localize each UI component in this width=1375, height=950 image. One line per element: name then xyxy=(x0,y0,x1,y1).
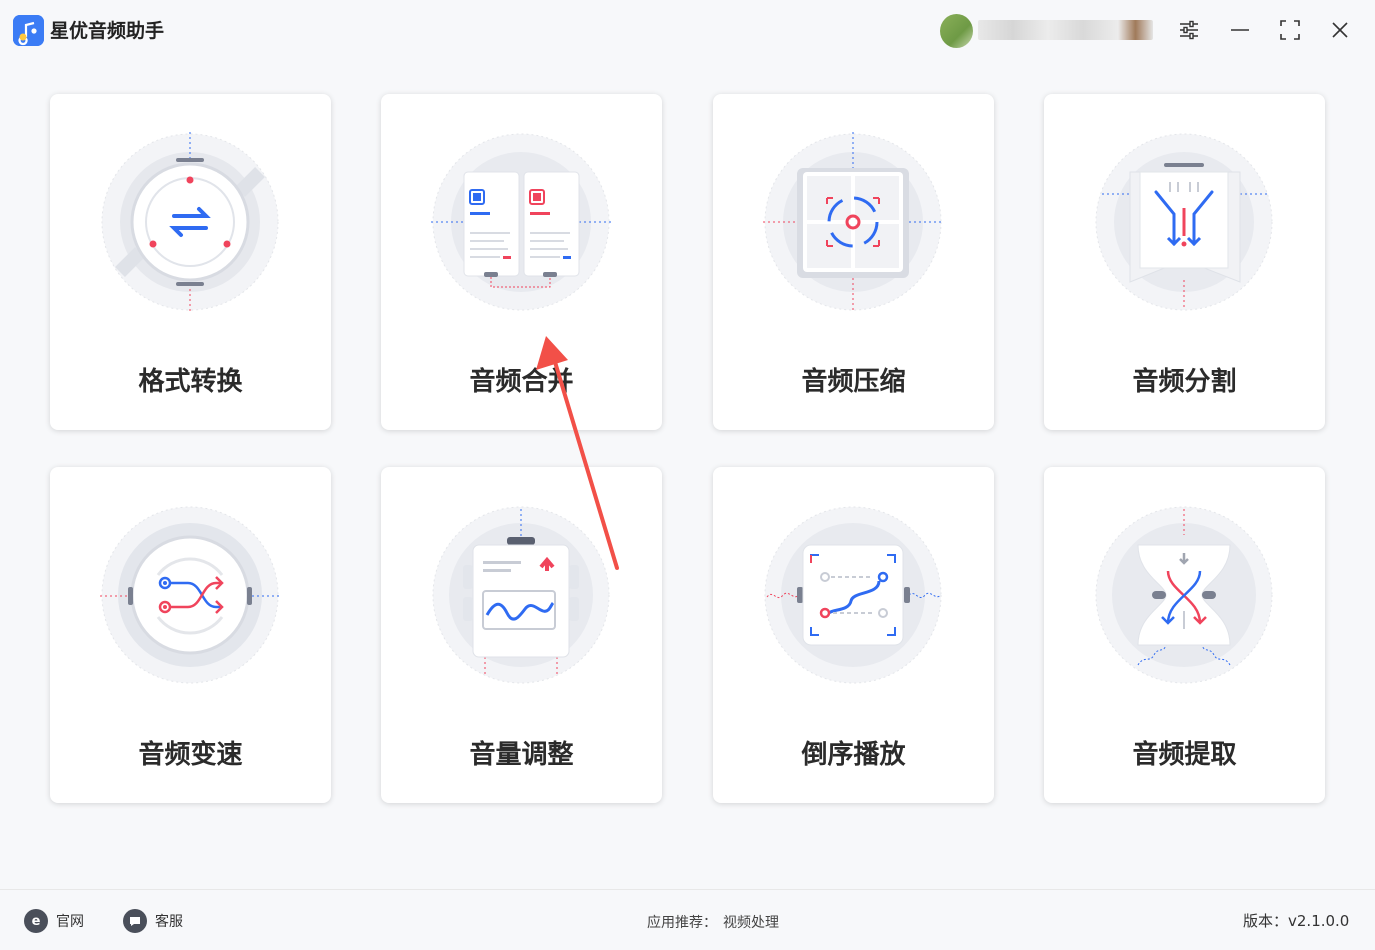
settings-button[interactable] xyxy=(1175,16,1203,44)
title-bar: 星优音频助手 xyxy=(0,0,1375,62)
maximize-icon xyxy=(1280,20,1300,40)
tool-card-reverse-play[interactable]: 倒序播放 xyxy=(713,467,994,803)
app-logo-icon xyxy=(13,15,44,46)
minimize-button[interactable] xyxy=(1226,16,1254,44)
tool-label: 格式转换 xyxy=(138,367,243,397)
tool-card-audio-speed[interactable]: 音频变速 xyxy=(50,467,331,803)
avatar[interactable] xyxy=(940,14,973,48)
audio-speed-icon xyxy=(100,506,281,684)
audio-merge-icon xyxy=(431,133,612,311)
audio-extract-icon xyxy=(1095,506,1273,684)
version-text: 版本：v2.1.0.0 xyxy=(1243,912,1350,930)
footer-bar: e 官网 客服 应用推荐： 视频处理 版本：v2.1.0.0 xyxy=(0,889,1375,950)
tool-card-format-convert[interactable]: 格式转换 xyxy=(50,94,331,430)
tool-label: 音频分割 xyxy=(1132,367,1237,397)
tool-label: 音量调整 xyxy=(469,740,574,770)
tool-label: 音频压缩 xyxy=(801,367,906,397)
minimize-icon xyxy=(1231,29,1249,31)
sliders-icon xyxy=(1180,20,1198,40)
reverse-play-icon xyxy=(764,506,942,684)
close-icon xyxy=(1332,22,1348,38)
maximize-button[interactable] xyxy=(1276,16,1304,44)
volume-adjust-icon xyxy=(432,506,610,684)
format-convert-icon xyxy=(101,132,279,313)
tool-label: 音频变速 xyxy=(138,740,243,770)
tool-label: 音频提取 xyxy=(1132,740,1237,770)
recommend-link-video[interactable]: 视频处理 xyxy=(723,915,779,931)
chat-bubble-icon xyxy=(123,909,147,933)
app-recommend: 应用推荐： 视频处理 xyxy=(647,912,779,932)
tool-label: 音频合并 xyxy=(469,367,574,397)
tool-card-audio-compress[interactable]: 音频压缩 xyxy=(713,94,994,430)
app-title: 星优音频助手 xyxy=(50,20,165,42)
tool-card-audio-split[interactable]: 音频分割 xyxy=(1044,94,1325,430)
tool-card-audio-merge[interactable]: 音频合并 xyxy=(381,94,662,430)
tool-card-volume-adjust[interactable]: 音量调整 xyxy=(381,467,662,803)
close-button[interactable] xyxy=(1326,16,1354,44)
tool-label: 倒序播放 xyxy=(801,740,906,770)
username xyxy=(978,20,1153,40)
audio-split-icon xyxy=(1095,133,1273,311)
tool-card-audio-extract[interactable]: 音频提取 xyxy=(1044,467,1325,803)
user-account[interactable] xyxy=(940,14,1155,48)
recommend-label: 应用推荐： xyxy=(647,915,717,931)
customer-service-link[interactable]: 客服 xyxy=(123,908,183,934)
official-site-link[interactable]: e 官网 xyxy=(24,908,84,934)
ie-browser-icon: e xyxy=(24,909,48,933)
official-site-label: 官网 xyxy=(56,914,84,930)
audio-compress-icon xyxy=(763,132,944,313)
customer-service-label: 客服 xyxy=(155,914,183,930)
